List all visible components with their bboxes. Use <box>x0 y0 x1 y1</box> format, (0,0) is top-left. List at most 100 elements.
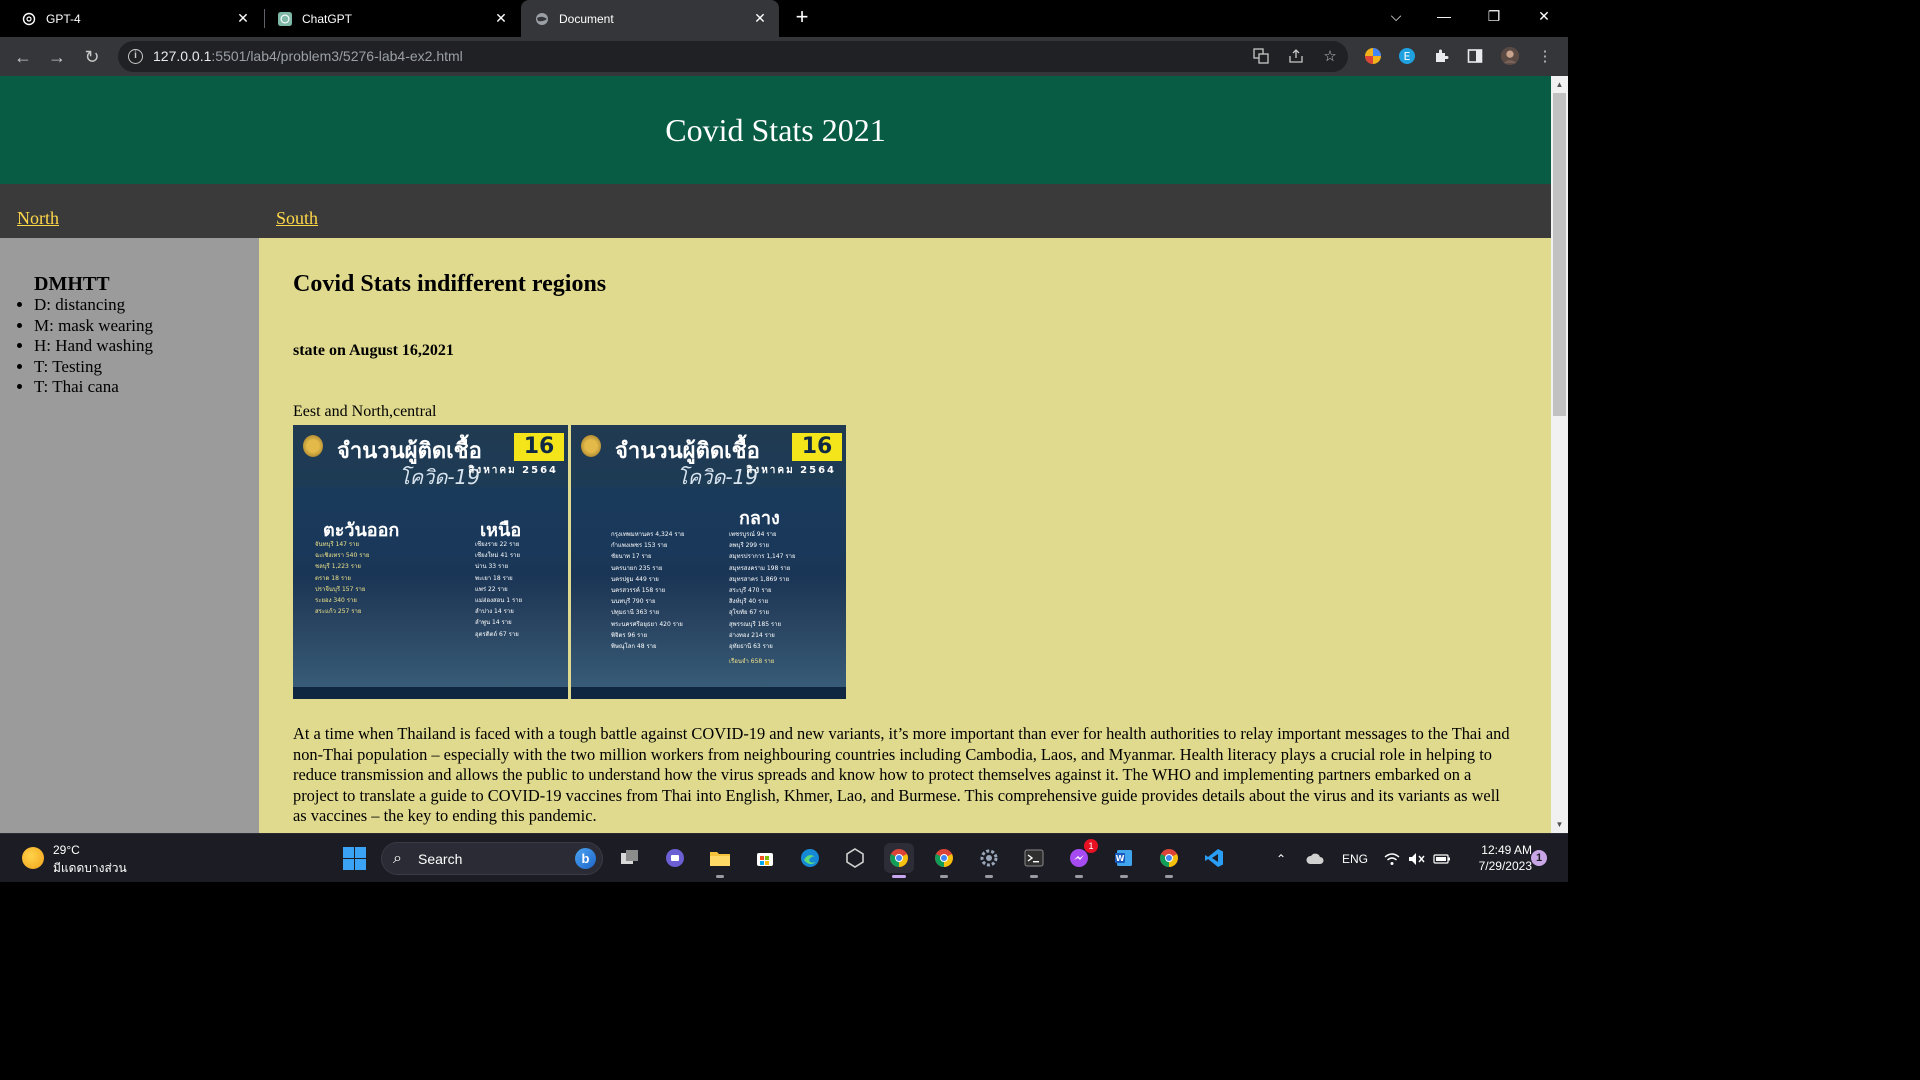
poster-row: นครสวรรค์ 158 ราย <box>611 587 666 595</box>
tab-strip: GPT-4 ✕ ChatGPT ✕ Document ✕ + ⌵ — ❐ ✕ <box>0 0 1568 37</box>
microsoft-store-icon[interactable] <box>750 843 780 873</box>
body-paragraph: At a time when Thailand is faced with a … <box>293 724 1510 826</box>
extension-e-icon[interactable]: E <box>1397 46 1417 66</box>
main-content: Covid Stats indifferent regions state on… <box>259 238 1551 833</box>
extensions-puzzle-icon[interactable] <box>1431 46 1451 66</box>
poster-row: กำแพงเพชร 153 ราย <box>611 542 668 550</box>
poster-row: ลำปาง 14 ราย <box>475 608 514 616</box>
edge-icon[interactable] <box>795 843 825 873</box>
windows-logo-pane <box>343 847 354 858</box>
forward-arrow-icon[interactable]: → <box>45 45 69 69</box>
chrome-profile-icon[interactable] <box>929 843 959 878</box>
side-panel-icon[interactable] <box>1465 46 1485 66</box>
poster-row: พะเยา 18 ราย <box>475 574 513 582</box>
poster-row: พิษณุโลก 48 ราย <box>611 643 657 651</box>
poster-row: นนทบุรี 790 ราย <box>611 598 656 606</box>
scroll-down-arrow[interactable]: ▼ <box>1551 816 1568 833</box>
scrollbar-thumb[interactable] <box>1553 93 1566 416</box>
tab-gpt4[interactable]: GPT-4 ✕ <box>0 0 262 37</box>
messenger-icon[interactable]: 1 <box>1064 839 1098 878</box>
teams-chat-icon[interactable] <box>660 843 690 873</box>
search-label: Search <box>418 851 463 867</box>
poster-row: ปราจีนบุรี 157 ราย <box>315 585 366 593</box>
scroll-up-arrow[interactable]: ▲ <box>1551 76 1568 93</box>
poster-row: ลพบุรี 299 ราย <box>729 542 770 550</box>
start-button[interactable] <box>343 847 366 870</box>
chrome-canary-icon[interactable] <box>1154 843 1184 878</box>
close-tab-icon[interactable]: ✕ <box>751 9 769 27</box>
tab-title: Document <box>559 11 614 26</box>
new-tab-button[interactable]: + <box>790 6 814 30</box>
show-hidden-icons[interactable]: ⌃ <box>1276 834 1286 883</box>
poster-row: ฉะเชิงเทรา 540 ราย <box>315 552 370 560</box>
translate-icon[interactable] <box>1251 46 1271 66</box>
close-tab-icon[interactable]: ✕ <box>492 9 510 27</box>
running-indicator <box>1165 875 1173 878</box>
address-bar[interactable]: i 127.0.0.1:5501/lab4/problem3/5276-lab4… <box>118 41 1348 72</box>
system-clock[interactable]: 12:49 AM 7/29/2023 <box>1452 842 1532 874</box>
back-arrow-icon[interactable]: ← <box>11 45 35 69</box>
region-nav: North South <box>0 184 1551 238</box>
poster-row: สุพรรณบุรี 185 ราย <box>729 620 782 628</box>
reload-icon[interactable]: ↻ <box>80 45 104 69</box>
list-item: T: Thai cana <box>34 377 153 398</box>
tab-search-icon[interactable]: ⌵ <box>1373 0 1419 32</box>
file-explorer-icon[interactable] <box>705 843 735 878</box>
list-item: T: Testing <box>34 357 153 378</box>
page-viewport: Covid Stats 2021 North South DMHTT D: di… <box>0 76 1551 833</box>
poster-row: เพชรบูรณ์ 94 ราย <box>729 531 777 538</box>
poster-row: แม่ฮ่องสอน 1 ราย <box>475 597 523 605</box>
onedrive-icon[interactable] <box>1306 834 1324 883</box>
poster-row: สมุทรปราการ 1,147 ราย <box>729 553 796 561</box>
poster-row: จันทบุรี 147 ราย <box>315 541 359 548</box>
close-window-button[interactable]: ✕ <box>1521 0 1567 32</box>
word-icon[interactable]: W <box>1109 843 1139 878</box>
poster-month-year: สิงหาคม 2564 <box>468 465 558 476</box>
settings-gear-icon[interactable] <box>974 843 1004 878</box>
weather-desc: มีแดดบางส่วน <box>53 861 127 875</box>
terminal-icon[interactable] <box>1019 843 1049 878</box>
poster-rows-north: เชียงราย 22 ราย เชียงใหม่ 41 ราย น่าน 33… <box>475 539 522 640</box>
poster-row: อุทัยธานี 63 ราย <box>729 643 773 651</box>
page-scrollbar[interactable]: ▲ ▼ <box>1551 76 1568 833</box>
site-info-icon[interactable]: i <box>128 49 143 64</box>
volume-muted-icon[interactable] <box>1408 834 1426 883</box>
vscode-icon[interactable] <box>1199 843 1229 873</box>
clock-time: 12:49 AM <box>1481 843 1532 857</box>
tab-document[interactable]: Document ✕ <box>521 0 779 37</box>
task-view-icon[interactable] <box>615 843 645 873</box>
battery-icon[interactable] <box>1433 834 1451 883</box>
input-language[interactable]: ENG <box>1342 834 1368 883</box>
browser-toolbar: ← → ↻ i 127.0.0.1:5501/lab4/problem3/527… <box>0 37 1568 76</box>
date-subheading: state on August 16,2021 <box>293 342 454 359</box>
tab-chatgpt[interactable]: ChatGPT ✕ <box>256 0 520 37</box>
wifi-icon[interactable] <box>1384 834 1400 883</box>
share-icon[interactable] <box>1286 46 1306 66</box>
unity-icon[interactable] <box>840 843 870 873</box>
extension-color-icon[interactable] <box>1363 46 1383 66</box>
bookmark-star-icon[interactable]: ☆ <box>1320 46 1340 66</box>
poster-row: เชียงราย 22 ราย <box>475 541 520 548</box>
running-indicator <box>716 875 724 878</box>
weather-temp: 29°C <box>53 843 80 857</box>
nav-link-north[interactable]: North <box>17 208 59 229</box>
poster-rows-east: จันทบุรี 147 ราย ฉะเชิงเทรา 540 ราย ชลบุ… <box>315 539 369 617</box>
weather-widget[interactable]: 29°C มีแดดบางส่วน <box>20 842 140 876</box>
menu-kebab-icon[interactable]: ⋮ <box>1535 46 1555 66</box>
notification-center-badge[interactable]: 1 <box>1531 850 1547 866</box>
nav-link-south[interactable]: South <box>276 208 318 229</box>
poster-row: อ่างทอง 214 ราย <box>729 631 775 639</box>
taskbar-search[interactable]: ⌕ Search b <box>381 842 603 875</box>
list-item: H: Hand washing <box>34 336 153 357</box>
chrome-icon[interactable] <box>884 843 914 878</box>
minimize-button[interactable]: — <box>1421 0 1467 32</box>
restore-button[interactable]: ❐ <box>1471 0 1517 32</box>
globe-icon <box>535 12 549 26</box>
url-path: :5501/lab4/problem3/5276-lab4-ex2.html <box>211 48 463 64</box>
profile-avatar[interactable] <box>1500 46 1520 66</box>
close-tab-icon[interactable]: ✕ <box>234 9 252 27</box>
bing-icon[interactable]: b <box>575 848 596 869</box>
poster-row: ปทุมธานี 363 ราย <box>611 609 660 617</box>
search-icon: ⌕ <box>393 850 402 867</box>
dmhtt-list: D: distancing M: mask wearing H: Hand wa… <box>34 295 153 398</box>
